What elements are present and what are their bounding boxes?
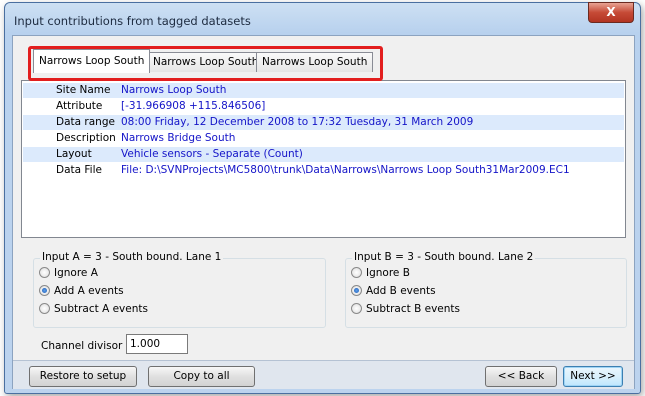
radio-label: Ignore A [54,267,98,279]
radio-label: Add B events [366,285,436,297]
input-b-group: Input B = 3 - South bound. Lane 2 Ignore… [345,251,627,328]
info-value: File: D:\SVNProjects\MC5800\trunk\Data\N… [121,164,570,176]
radio-label: Subtract B events [366,303,460,315]
info-label: Attribute [56,100,103,112]
info-value: Narrows Loop South [121,84,227,96]
info-row-description: Description Narrows Bridge South [23,131,624,146]
info-row-layout: Layout Vehicle sensors - Separate (Count… [23,147,624,162]
close-button[interactable]: X [588,2,634,23]
back-button[interactable]: << Back [485,366,557,387]
radio-button-selected-icon[interactable] [39,284,50,296]
info-value: [-31.966908 +115.846506] [121,100,266,112]
info-row-site-name: Site Name Narrows Loop South [23,83,624,98]
radio-button-icon[interactable] [39,266,50,278]
dataset-info-panel[interactable]: Site Name Narrows Loop South Attribute [… [21,80,626,238]
tab-dataset-2[interactable]: Narrows Loop South [147,52,265,72]
info-label: Site Name [56,84,111,96]
window-title: Input contributions from tagged datasets [14,14,251,28]
radio-button-icon[interactable] [351,266,362,278]
radio-subtract-b[interactable]: Subtract B events [351,301,460,317]
info-label: Layout [56,148,92,160]
dialog-window: Input contributions from tagged datasets… [4,2,641,394]
input-a-caption: Input A = 3 - South bound. Lane 1 [40,251,224,263]
info-label: Data range [56,116,115,128]
channel-divisor-input[interactable] [126,334,188,354]
radio-label: Add A events [54,285,124,297]
info-label: Description [56,132,116,144]
dialog-client-area: Narrows Loop South Narrows Loop South Na… [12,35,635,389]
radio-label: Subtract A events [54,303,148,315]
radio-add-b[interactable]: Add B events [351,283,436,299]
channel-divisor-label: Channel divisor [41,340,123,352]
tab-dataset-3[interactable]: Narrows Loop South [256,52,374,72]
radio-subtract-a[interactable]: Subtract A events [39,301,148,317]
radio-ignore-b[interactable]: Ignore B [351,265,410,281]
info-row-data-file: Data File File: D:\SVNProjects\MC5800\tr… [23,163,624,178]
radio-ignore-a[interactable]: Ignore A [39,265,98,281]
copy-to-all-button[interactable]: Copy to all [148,366,255,387]
input-b-caption: Input B = 3 - South bound. Lane 2 [352,251,536,263]
info-value: Vehicle sensors - Separate (Count) [121,148,303,160]
radio-button-selected-icon[interactable] [351,284,362,296]
button-bar: Restore to setup Copy to all << Back Nex… [13,360,634,389]
restore-to-setup-button[interactable]: Restore to setup [29,366,137,387]
info-label: Data File [56,164,102,176]
info-row-data-range: Data range 08:00 Friday, 12 December 200… [23,115,624,130]
radio-button-icon[interactable] [39,302,50,314]
dataset-tabs: Narrows Loop South Narrows Loop South Na… [13,36,634,81]
info-row-attribute: Attribute [-31.966908 +115.846506] [23,99,624,114]
next-button[interactable]: Next >> [563,366,623,387]
radio-add-a[interactable]: Add A events [39,283,124,299]
input-a-group: Input A = 3 - South bound. Lane 1 Ignore… [33,251,326,328]
info-value: 08:00 Friday, 12 December 2008 to 17:32 … [121,116,474,128]
radio-label: Ignore B [366,267,410,279]
radio-button-icon[interactable] [351,302,362,314]
tab-dataset-1[interactable]: Narrows Loop South [33,49,151,73]
title-bar[interactable]: Input contributions from tagged datasets… [5,2,640,35]
info-value: Narrows Bridge South [121,132,236,144]
